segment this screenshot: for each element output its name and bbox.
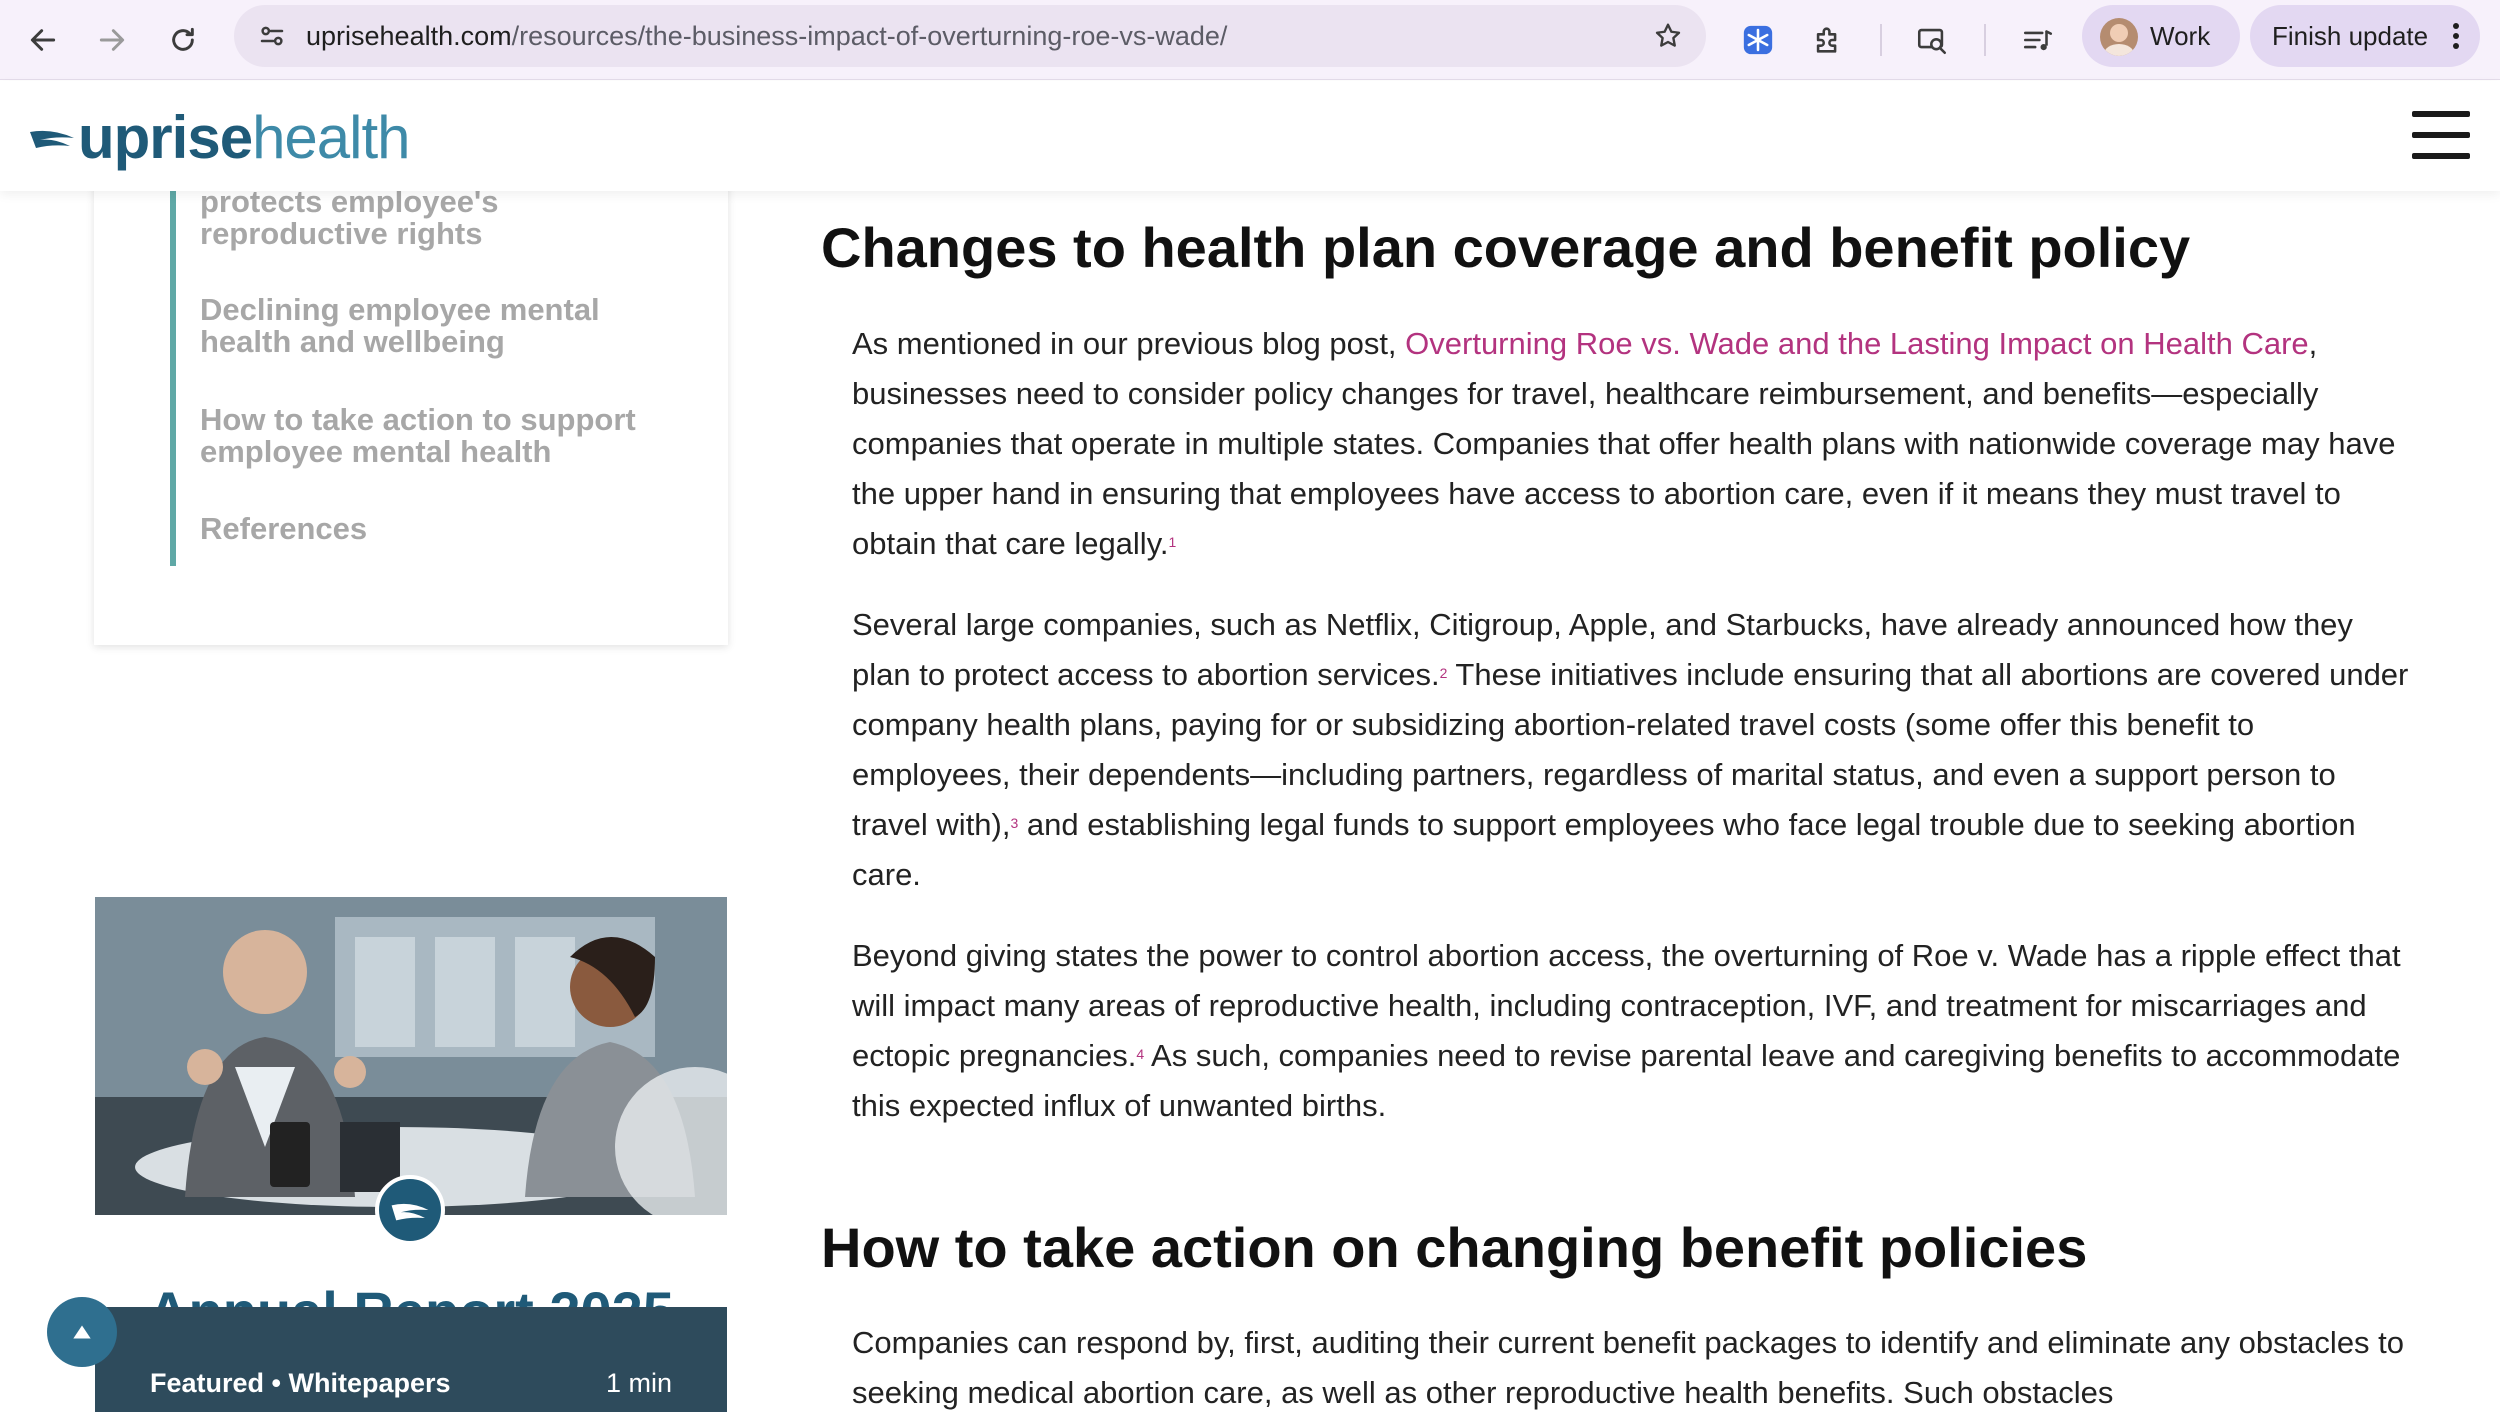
footnote-ref-4[interactable]: 4 [1136,1046,1144,1062]
promo-read-time: 1 min [605,1368,672,1398]
toc-item-take-action[interactable]: How to take action to support employee m… [200,404,680,468]
toc-item-line: reproductive rights [200,216,483,251]
address-bar[interactable]: uprisehealth.com/resources/the-business-… [234,5,1706,67]
back-arrow-icon [30,29,56,51]
caret-up-icon [73,1325,91,1339]
forward-arrow-icon [99,29,125,51]
search-lens-icon[interactable] [1906,14,1958,66]
toc-progress-bar [170,150,176,566]
toc-item-references[interactable]: References [200,513,680,545]
logo-text-light: health [252,104,410,171]
toolbar-divider [1880,24,1882,56]
toc-item-line: health and wellbeing [200,324,505,359]
logo-wing-icon [30,130,74,148]
footnote-ref-1[interactable]: 1 [1169,534,1177,550]
extension-snowflake-icon[interactable] [1732,14,1784,66]
toc-item-line: employee mental health [200,434,552,469]
toc-item-declining-mental-health[interactable]: Declining employee mental health and wel… [200,294,680,358]
footnote-ref-2[interactable]: 2 [1440,665,1448,681]
section-heading-health-plan: Changes to health plan coverage and bene… [821,216,2191,279]
toc-item-reproductive-rights[interactable]: protects employee's reproductive rights [200,186,680,250]
promo-category: Featured • Whitepapers [150,1368,451,1398]
paragraph-text: , businesses need to consider policy cha… [852,326,2396,561]
reload-button[interactable] [157,14,209,66]
forward-button[interactable] [86,14,138,66]
finish-update-label: Finish update [2272,21,2429,51]
url-domain: uprisehealth.com [306,21,512,51]
blog-post-link[interactable]: Overturning Roe vs. Wade and the Lasting… [1405,326,2309,361]
promo-photo [95,897,727,1215]
menu-hamburger-icon[interactable] [2412,111,2470,159]
logo-text-bold: uprise [78,104,253,171]
section-heading-take-action: How to take action on changing benefit p… [821,1216,2088,1279]
profile-name: Work [2150,21,2211,51]
uprise-badge-icon [375,1175,445,1245]
paragraph-text: As mentioned in our previous blog post, [852,326,1406,361]
footnote-ref-3[interactable]: 3 [1010,815,1018,831]
site-settings-icon[interactable] [252,16,292,56]
site-header: uprisehealth [0,81,2500,191]
uprise-health-logo[interactable]: uprisehealth [30,103,411,173]
bookmark-star-icon[interactable] [1648,16,1688,56]
media-queue-icon[interactable] [2012,14,2064,66]
extensions-puzzle-icon[interactable] [1802,14,1854,66]
article-paragraph: Beyond giving states the power to contro… [852,931,2412,1131]
toc-item-line: How to take action to support [200,402,636,437]
toc-item-line: Declining employee mental [200,292,600,327]
url-path: /resources/the-business-impact-of-overtu… [511,21,1228,51]
toolbar-divider [1984,24,1986,56]
toc-item-line: References [200,511,368,546]
article-paragraph: Several large companies, such as Netflix… [852,600,2412,900]
back-button[interactable] [17,14,69,66]
scroll-to-top-button[interactable] [47,1297,117,1367]
paragraph-text: and establishing legal funds to support … [852,807,2356,892]
finish-update-button[interactable]: Finish update [2250,5,2480,67]
browser-toolbar: uprisehealth.com/resources/the-business-… [0,0,2500,80]
promo-card-annual-report[interactable]: Annual Report 2025 Featured • Whitepaper… [95,897,727,1412]
profile-avatar [2100,18,2138,56]
more-menu-icon[interactable] [2446,18,2466,54]
article-paragraph: As mentioned in our previous blog post, … [852,319,2412,569]
article-paragraph: Companies can respond by, first, auditin… [852,1325,2405,1410]
promo-footer: Featured • Whitepapers 1 min [95,1307,727,1412]
url-text[interactable]: uprisehealth.com/resources/the-business-… [306,5,1227,67]
profile-button[interactable]: Work [2082,5,2240,67]
reload-icon [172,27,194,51]
